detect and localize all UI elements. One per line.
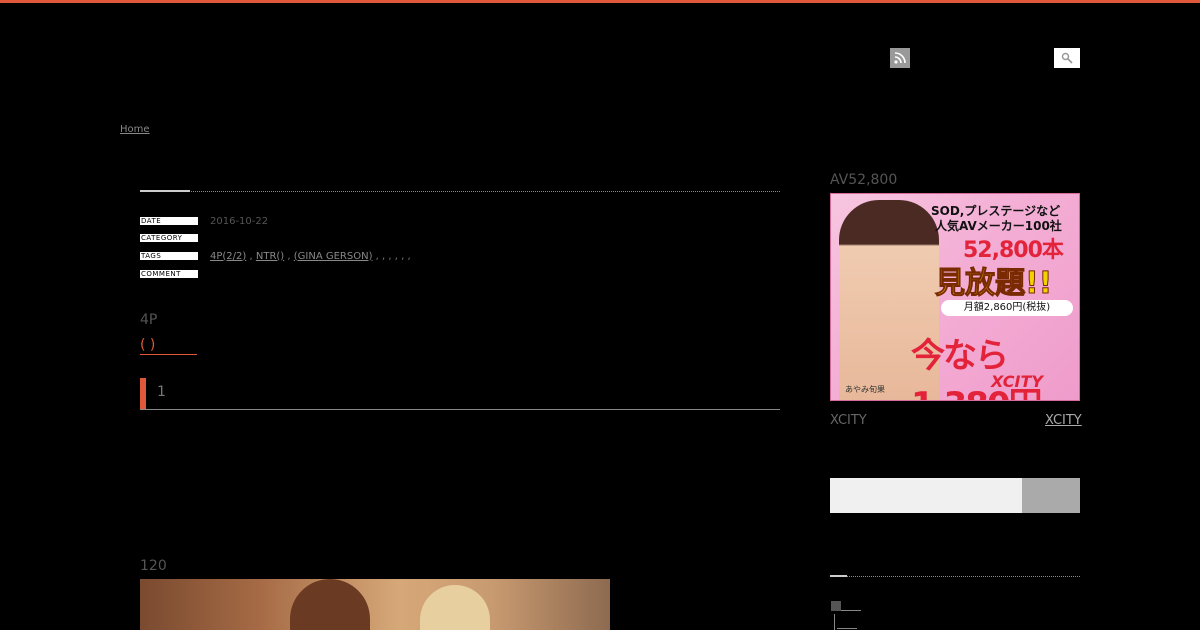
rss-button[interactable]	[890, 48, 910, 68]
banner-caption: あやみ旬果	[845, 385, 885, 394]
post-count-text: 120	[140, 558, 167, 574]
section-heading: 1	[140, 378, 780, 410]
sidebar-tree-subitem[interactable]	[834, 614, 857, 630]
date-label: DATE	[140, 217, 198, 225]
search-icon	[1061, 52, 1073, 64]
breadcrumb-home-link[interactable]: Home	[120, 124, 150, 135]
xcity-ad-banner[interactable]: SOD,プレステージなど 人気AVメーカー100社 52,800本 見放題!! …	[830, 193, 1080, 401]
section-heading-bar	[140, 378, 146, 409]
date-value: 2016-10-22	[210, 215, 269, 227]
meta-comment-row: COMMENT	[140, 269, 198, 279]
sidebar-tree-item[interactable]	[831, 601, 861, 611]
sidebar-widget-title: AV52,800	[830, 172, 898, 188]
banner-text: 見放題!!	[934, 266, 1053, 302]
sidebar-search-input[interactable]	[830, 478, 1022, 513]
top-accent-bar	[0, 0, 1200, 3]
tag-trailing: , , , , , ,	[375, 250, 411, 262]
tag-separator: ,	[287, 250, 291, 262]
tree-square-icon	[831, 601, 841, 611]
section-number: 1	[157, 384, 166, 400]
tag-link[interactable]: (GINA GERSON)	[294, 251, 373, 262]
photo-figure-right	[420, 585, 490, 630]
meta-tags-row: TAGS 4P(2/2) , NTR() , (GINA GERSON) , ,…	[140, 251, 411, 262]
tags-label: TAGS	[140, 252, 198, 260]
tree-line	[837, 628, 857, 629]
xcity-text: XCITY	[830, 413, 867, 428]
sidebar-search-form	[830, 478, 1080, 513]
header-search-button[interactable]	[1054, 48, 1080, 68]
rss-icon	[894, 52, 906, 64]
category-label: CATEGORY	[140, 234, 198, 242]
meta-category-row: CATEGORY	[140, 233, 198, 243]
post-photo[interactable]	[140, 579, 610, 630]
tags-list: 4P(2/2) , NTR() , (GINA GERSON) , , , , …	[210, 251, 411, 262]
post-intro-text: 4P	[140, 312, 158, 328]
tag-link[interactable]: NTR()	[256, 251, 284, 262]
post-title-accent	[140, 190, 190, 192]
tag-separator: ,	[249, 250, 253, 262]
sidebar-search-button[interactable]	[1022, 478, 1080, 513]
meta-date-row: DATE 2016-10-22	[140, 215, 269, 227]
comment-label: COMMENT	[140, 270, 198, 278]
post-inline-link[interactable]: ( )	[140, 337, 197, 355]
tag-link[interactable]: 4P(2/2)	[210, 251, 246, 262]
banner-text: 月額2,860円(税抜)	[941, 300, 1073, 316]
post-title-divider	[140, 191, 780, 192]
tree-line	[841, 610, 861, 611]
sidebar-divider-accent	[830, 575, 847, 577]
xcity-link[interactable]: XCITY	[1045, 413, 1082, 428]
banner-logo-text: XCITY	[991, 372, 1043, 391]
photo-figure-left	[290, 579, 370, 630]
sidebar-divider	[830, 576, 1080, 577]
